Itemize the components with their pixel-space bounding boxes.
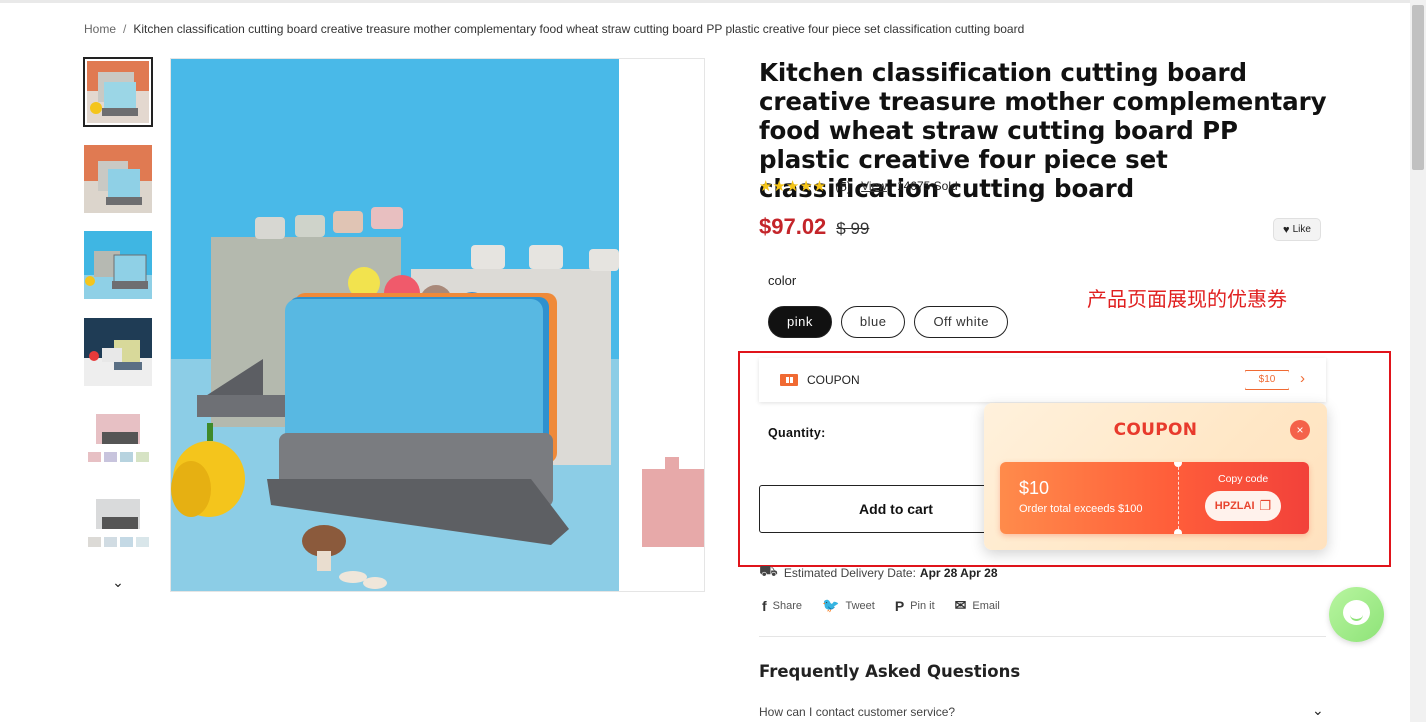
delivery-estimate: ⛟ Estimated Delivery Date: Apr 28 Apr 28 <box>759 563 998 582</box>
thumbnail-list <box>83 57 153 577</box>
like-button[interactable]: ♥ Like <box>1273 218 1321 241</box>
color-swatch-off-white[interactable]: Off white <box>914 306 1008 338</box>
breadcrumb-current: Kitchen classification cutting board cre… <box>133 22 1025 36</box>
chevron-down-icon[interactable]: ⌄ <box>1312 702 1324 719</box>
twitter-icon: 🐦 <box>822 597 840 613</box>
breadcrumb-separator: / <box>123 22 127 36</box>
pinterest-icon: P <box>894 597 905 614</box>
breadcrumb-home-link[interactable]: Home <box>84 22 116 36</box>
sale-price: $97.02 <box>759 214 827 239</box>
scrollbar-thumb[interactable] <box>1412 5 1424 170</box>
color-swatch-pink[interactable]: pink <box>768 306 832 338</box>
copy-code-label: Copy code <box>1218 473 1269 485</box>
voucher-condition: Order total exceeds $100 <box>1019 503 1143 515</box>
delivery-dates: Apr 28 Apr 28 <box>919 565 998 580</box>
thumbnails-next-chevron-icon[interactable]: ⌄ <box>108 574 128 594</box>
share-facebook-button[interactable]: f Share <box>762 597 802 614</box>
package-icon: ⛟ <box>759 563 778 580</box>
voucher-divider <box>1178 462 1179 534</box>
color-swatches: pink blue Off white <box>768 306 1017 338</box>
rating-row: ★★★★★ (5) View 14675 Sold <box>759 177 958 195</box>
product-thumbnail[interactable] <box>83 57 153 127</box>
share-twitter-button[interactable]: 🐦 Tweet <box>822 597 875 614</box>
voucher-amount: $10 <box>1019 478 1050 498</box>
facebook-icon: f <box>762 597 767 614</box>
share-email-button[interactable]: ✉ Email <box>955 597 1000 614</box>
chat-widget-icon[interactable] <box>1329 587 1384 642</box>
coupon-popup: COUPON × $10 Order total exceeds $100 Co… <box>984 403 1327 550</box>
section-divider <box>759 636 1326 637</box>
copy-code-button[interactable]: HPZLAI ❐ <box>1205 491 1281 521</box>
delivery-label: Estimated Delivery Date: <box>783 565 916 580</box>
heart-icon: ♥ <box>1283 223 1290 236</box>
faq-title: Frequently Asked Questions <box>759 662 1021 681</box>
product-thumbnail[interactable] <box>84 490 152 559</box>
faq-question[interactable]: How can I contact customer service? <box>759 705 955 719</box>
product-thumbnail[interactable] <box>84 144 152 213</box>
coupon-voucher: $10 Order total exceeds $100 Copy code H… <box>1000 462 1309 534</box>
review-count: (5) <box>835 178 852 194</box>
email-label: Email <box>972 599 1000 612</box>
sold-count: 14675 Sold <box>896 179 958 193</box>
coupon-code: HPZLAI <box>1214 500 1255 512</box>
product-thumbnail[interactable] <box>84 231 152 299</box>
share-links: f Share 🐦 Tweet P Pin it ✉ Email <box>762 597 1020 614</box>
pin-label: Pin it <box>910 599 935 612</box>
email-icon: ✉ <box>954 597 967 613</box>
color-swatch-blue[interactable]: blue <box>840 306 906 338</box>
voucher-notch <box>1174 462 1182 467</box>
breadcrumb: Home / Kitchen classification cutting boar… <box>84 22 1024 36</box>
copy-icon: ❐ <box>1259 498 1272 513</box>
share-label: Share <box>772 599 803 612</box>
product-thumbnail[interactable] <box>84 317 152 386</box>
main-product-image[interactable] <box>170 58 705 592</box>
like-label: Like <box>1292 224 1311 235</box>
view-reviews-link[interactable]: View <box>861 179 887 193</box>
rating-stars-icon: ★★★★★ <box>759 178 827 195</box>
compare-price: $ 99 <box>836 219 870 238</box>
tweet-label: Tweet <box>845 599 875 612</box>
voucher-notch <box>1174 529 1182 534</box>
share-pinterest-button[interactable]: P Pin it <box>895 597 935 614</box>
coupon-popup-title: COUPON <box>1113 420 1198 440</box>
product-thumbnail[interactable] <box>84 404 152 472</box>
top-border <box>0 0 1410 3</box>
close-icon[interactable]: × <box>1290 420 1310 440</box>
price-block: $97.02 $ 99 <box>759 214 869 240</box>
annotation-text: 产品页面展现的优惠券 <box>1087 287 1287 311</box>
color-option-label: color <box>768 273 797 288</box>
